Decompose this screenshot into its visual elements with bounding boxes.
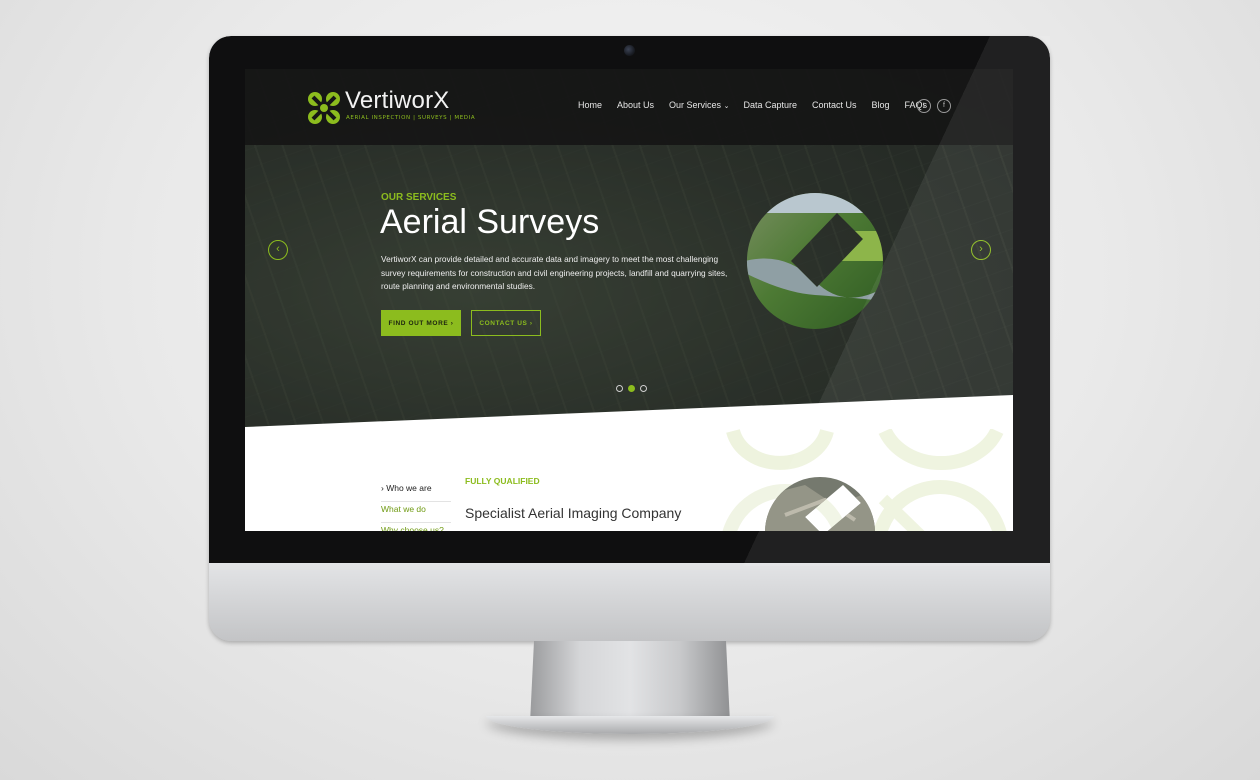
hero-logo-image xyxy=(746,193,883,329)
section-title: Specialist Aerial Imaging Company xyxy=(465,505,682,521)
hero-kicker: OUR SERVICES xyxy=(381,192,457,203)
monitor-chin xyxy=(209,563,1050,641)
slider-prev-chevron-left-icon[interactable]: ‹ xyxy=(268,240,288,260)
facebook-icon[interactable]: f xyxy=(937,99,951,113)
slider-dots xyxy=(616,385,647,392)
website-screen: VertiworX AERIAL INSPECTION | SURVEYS | … xyxy=(245,69,1013,531)
slider-dot-1[interactable] xyxy=(616,385,623,392)
drone-logo-icon[interactable] xyxy=(307,91,341,125)
subnav-who-we-are[interactable]: › Who we are xyxy=(381,481,451,502)
camera-icon xyxy=(624,45,635,56)
hero-aerial-photo: VertiworX AERIAL INSPECTION | SURVEYS | … xyxy=(245,69,1013,439)
monitor-stand xyxy=(530,641,730,723)
slider-next-chevron-right-icon[interactable]: › xyxy=(971,240,991,260)
contact-us-button[interactable]: CONTACT US › xyxy=(471,310,541,336)
subnav-why-choose-us[interactable]: Why choose us? xyxy=(381,523,451,531)
brand-tagline: AERIAL INSPECTION | SURVEYS | MEDIA xyxy=(346,115,476,121)
subnav-what-we-do[interactable]: What we do xyxy=(381,502,451,523)
nav-our-services[interactable]: Our Services ⌄ xyxy=(669,100,729,110)
slider-dot-2[interactable] xyxy=(628,385,635,392)
monitor-base xyxy=(486,716,774,734)
nav-home[interactable]: Home xyxy=(578,100,602,110)
twitter-icon[interactable]: t xyxy=(917,99,931,113)
brand-name[interactable]: VertiworX xyxy=(345,87,450,115)
nav-blog[interactable]: Blog xyxy=(872,100,890,110)
main-nav: Home About Us Our Services ⌄ Data Captur… xyxy=(578,100,942,110)
nav-contact-us[interactable]: Contact Us xyxy=(812,100,857,110)
section-kicker: FULLY QUALIFIED xyxy=(465,476,540,486)
nav-data-capture[interactable]: Data Capture xyxy=(743,100,797,110)
chevron-down-icon: ⌄ xyxy=(723,103,730,110)
hero-title: Aerial Surveys xyxy=(380,203,600,241)
hero-description: VertiworX can provide detailed and accur… xyxy=(381,254,728,291)
section-aerial-image xyxy=(765,477,875,531)
nav-about-us[interactable]: About Us xyxy=(617,100,654,110)
slider-dot-3[interactable] xyxy=(640,385,647,392)
find-out-more-button[interactable]: FIND OUT MORE › xyxy=(381,310,461,336)
section-subnav: › Who we are What we do Why choose us? xyxy=(381,481,451,531)
site-header: VertiworX AERIAL INSPECTION | SURVEYS | … xyxy=(245,69,1013,145)
